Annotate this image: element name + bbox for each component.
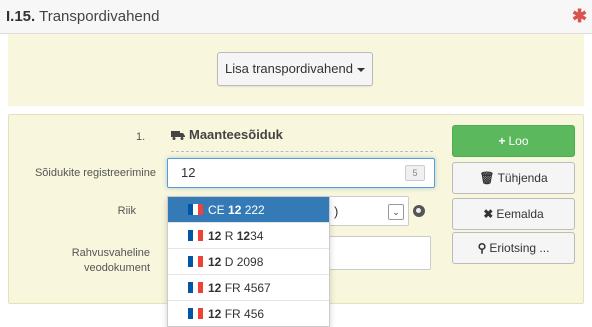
globe-icon[interactable] [413, 205, 425, 217]
suggestion-suffix: R [221, 229, 237, 243]
suggestion-match: 12 [208, 255, 222, 269]
add-transport-area: Lisa transpordivahend [8, 34, 584, 106]
char-counter-badge: 5 [405, 165, 425, 181]
vehicle-type-title: Maanteesõiduk [171, 124, 433, 152]
truck-icon [171, 131, 185, 140]
section-number: I.15. [6, 8, 36, 25]
suggestion-item[interactable]: 12 R 1234 [168, 223, 329, 249]
french-flag-icon [188, 308, 204, 319]
suggestion-suffix: 34 [250, 229, 264, 243]
suggestion-item[interactable]: CE 12 222 [168, 197, 329, 223]
search-icon: ⚲ [477, 241, 487, 255]
registration-label: Sõidukite registreerimine [34, 167, 156, 179]
required-asterisk-icon: ✱ [572, 6, 588, 26]
plus-icon: + [498, 134, 506, 148]
remove-label: Eemalda [496, 207, 544, 221]
caret-down-icon [356, 67, 365, 72]
french-flag-icon [188, 282, 204, 293]
country-label: Riik [117, 205, 136, 217]
section-title: Transpordivahend [39, 8, 160, 25]
french-flag-icon [188, 230, 204, 241]
trash-icon: 🗑 [479, 171, 495, 185]
vehicle-index: 1. [136, 131, 146, 143]
transport-panel: I.15. Transpordivahend ✱ Lisa transpordi… [0, 0, 592, 327]
intl-doc-label-line2: veodokument [83, 262, 150, 274]
chevron-down-icon[interactable]: ⌄ [388, 204, 404, 220]
suggestion-suffix: FR 456 [221, 307, 265, 321]
suggestion-suffix: 222 [241, 203, 265, 217]
create-button[interactable]: + Loo [452, 125, 575, 157]
panel-title: I.15. Transpordivahend [6, 8, 159, 25]
panel-header: I.15. Transpordivahend ✱ [0, 0, 592, 34]
clear-label: Tühjenda [497, 171, 548, 185]
registration-suggestions: CE 12 222 12 R 1234 12 D 2098 12 FR 4567… [167, 196, 330, 327]
french-flag-icon [188, 204, 204, 215]
suggestion-match: 12 [208, 281, 222, 295]
registration-input[interactable]: 12 [167, 158, 435, 188]
vehicle-type-label: Maanteesõiduk [189, 127, 283, 142]
suggestion-match: 12 [208, 229, 222, 243]
suggestion-suffix: D 2098 [221, 255, 264, 269]
suggestion-suffix: FR 4567 [221, 281, 271, 295]
intl-doc-label: Rahvusvaheline veodokument [8, 246, 150, 276]
remove-button[interactable]: ✖ Eemalda [452, 198, 575, 230]
add-transport-label: Lisa transpordivahend [225, 61, 353, 76]
suggestion-item[interactable]: 12 FR 4567 [168, 275, 329, 301]
times-icon: ✖ [483, 207, 494, 221]
add-transport-button[interactable]: Lisa transpordivahend [217, 52, 373, 86]
create-label: Loo [508, 134, 529, 148]
search-label: Eriotsing ... [489, 241, 550, 255]
suggestion-match: 12 [236, 229, 251, 243]
clear-button[interactable]: 🗑 Tühjenda [452, 162, 575, 194]
suggestion-item[interactable]: 12 D 2098 [168, 249, 329, 275]
search-button[interactable]: ⚲ Eriotsing ... [452, 232, 575, 264]
suggestion-prefix: CE [208, 203, 229, 217]
french-flag-icon [188, 256, 204, 267]
country-select-value: ) [334, 204, 339, 219]
suggestion-match: 12 [228, 203, 242, 217]
intl-doc-label-line1: Rahvusvaheline [71, 247, 150, 259]
suggestion-match: 12 [208, 307, 222, 321]
suggestion-item[interactable]: 12 FR 456 [168, 301, 329, 326]
